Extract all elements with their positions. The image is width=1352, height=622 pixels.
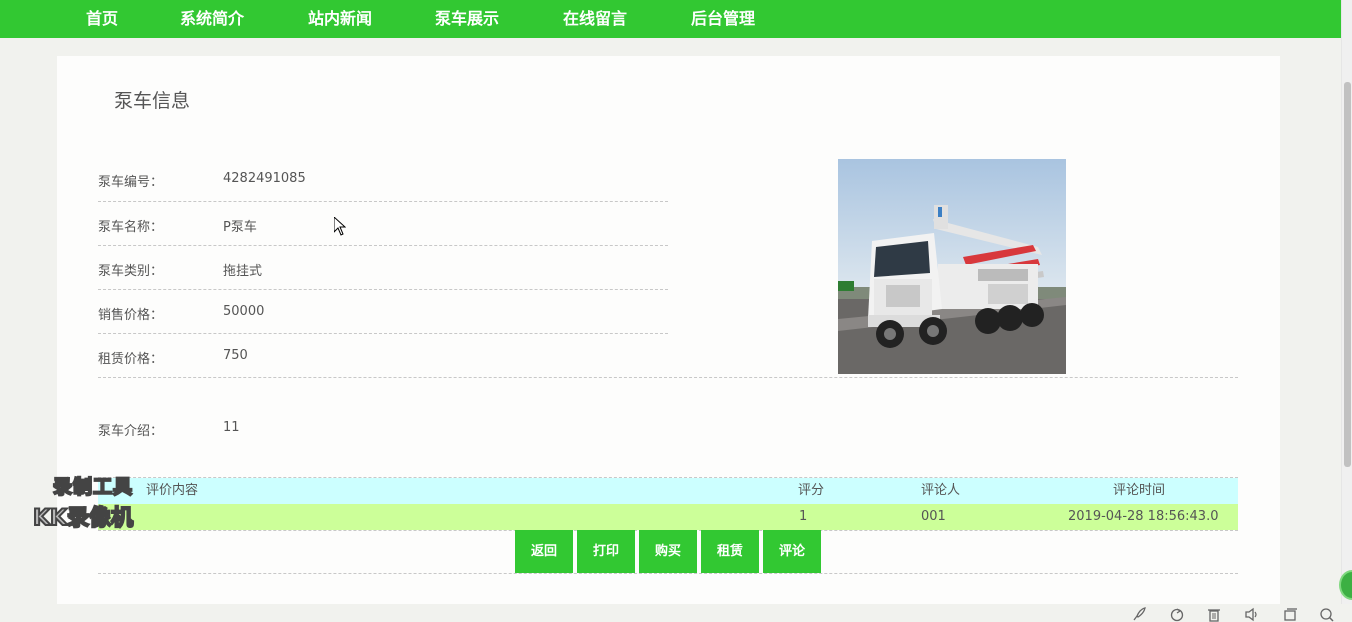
scrollbar-thumb[interactable] [1344, 82, 1351, 467]
table-row: 1 001 2019-04-28 18:56:43.0 [98, 504, 1238, 530]
divider [98, 377, 1238, 378]
label-truck-number: 泵车编号： [98, 175, 164, 190]
label-truck-category: 泵车类别： [98, 264, 164, 279]
page-title: 泵车信息 [114, 90, 191, 112]
watermark-line1: 录制工具 [52, 475, 134, 499]
divider [98, 201, 668, 202]
cell-score: 1 [799, 509, 808, 524]
value-truck-number: 4282491085 [223, 171, 306, 186]
label-rent-price: 租赁价格： [98, 352, 164, 367]
value-intro: 11 [223, 420, 240, 435]
rent-button[interactable]: 租赁 [701, 530, 759, 573]
nav-item-guestbook[interactable]: 在线留言 [563, 0, 627, 38]
print-button[interactable]: 打印 [577, 530, 635, 573]
nav-item-trucks[interactable]: 泵车展示 [435, 0, 499, 38]
value-rent-price: 750 [223, 348, 248, 363]
top-nav: 首页 系统简介 站内新闻 泵车展示 在线留言 后台管理 [0, 0, 1341, 38]
nav-item-intro[interactable]: 系统简介 [180, 0, 244, 38]
cell-time: 2019-04-28 18:56:43.0 [1068, 509, 1219, 524]
comments-table-header: 评价内容 评分 评论人 评论时间 [98, 478, 1238, 504]
nav-item-news[interactable]: 站内新闻 [308, 0, 372, 38]
divider [98, 289, 668, 290]
buy-button[interactable]: 购买 [639, 530, 697, 573]
comment-button[interactable]: 评论 [763, 530, 821, 573]
page-scrollbar[interactable] [1341, 0, 1352, 604]
label-truck-name: 泵车名称： [98, 220, 164, 235]
rocket-icon[interactable] [1131, 607, 1147, 622]
nav-item-home[interactable]: 首页 [86, 0, 118, 38]
bottom-toolbar [0, 604, 1352, 622]
divider [98, 333, 668, 334]
header-time: 评论时间 [1113, 483, 1166, 498]
mouse-cursor-icon [334, 217, 346, 236]
volume-icon[interactable] [1244, 607, 1260, 622]
recorder-watermark: 录制工具 KK录像机 [32, 472, 173, 534]
refresh-icon[interactable] [1169, 607, 1185, 622]
header-author: 评论人 [921, 483, 961, 498]
divider [98, 245, 668, 246]
nav-item-admin[interactable]: 后台管理 [691, 0, 755, 38]
window-icon[interactable] [1282, 607, 1298, 622]
cell-author: 001 [921, 509, 946, 524]
trash-icon[interactable] [1206, 607, 1222, 622]
value-truck-name: P泵车 [223, 220, 257, 235]
header-score: 评分 [798, 483, 825, 498]
label-sale-price: 销售价格： [98, 308, 164, 323]
value-truck-category: 拖挂式 [223, 264, 263, 279]
divider [98, 573, 1238, 574]
label-intro: 泵车介绍： [98, 424, 164, 439]
value-sale-price: 50000 [223, 304, 265, 319]
truck-photo [838, 159, 1066, 374]
back-button[interactable]: 返回 [515, 530, 573, 573]
watermark-line2: KK录像机 [32, 505, 134, 532]
search-icon[interactable] [1319, 607, 1335, 622]
